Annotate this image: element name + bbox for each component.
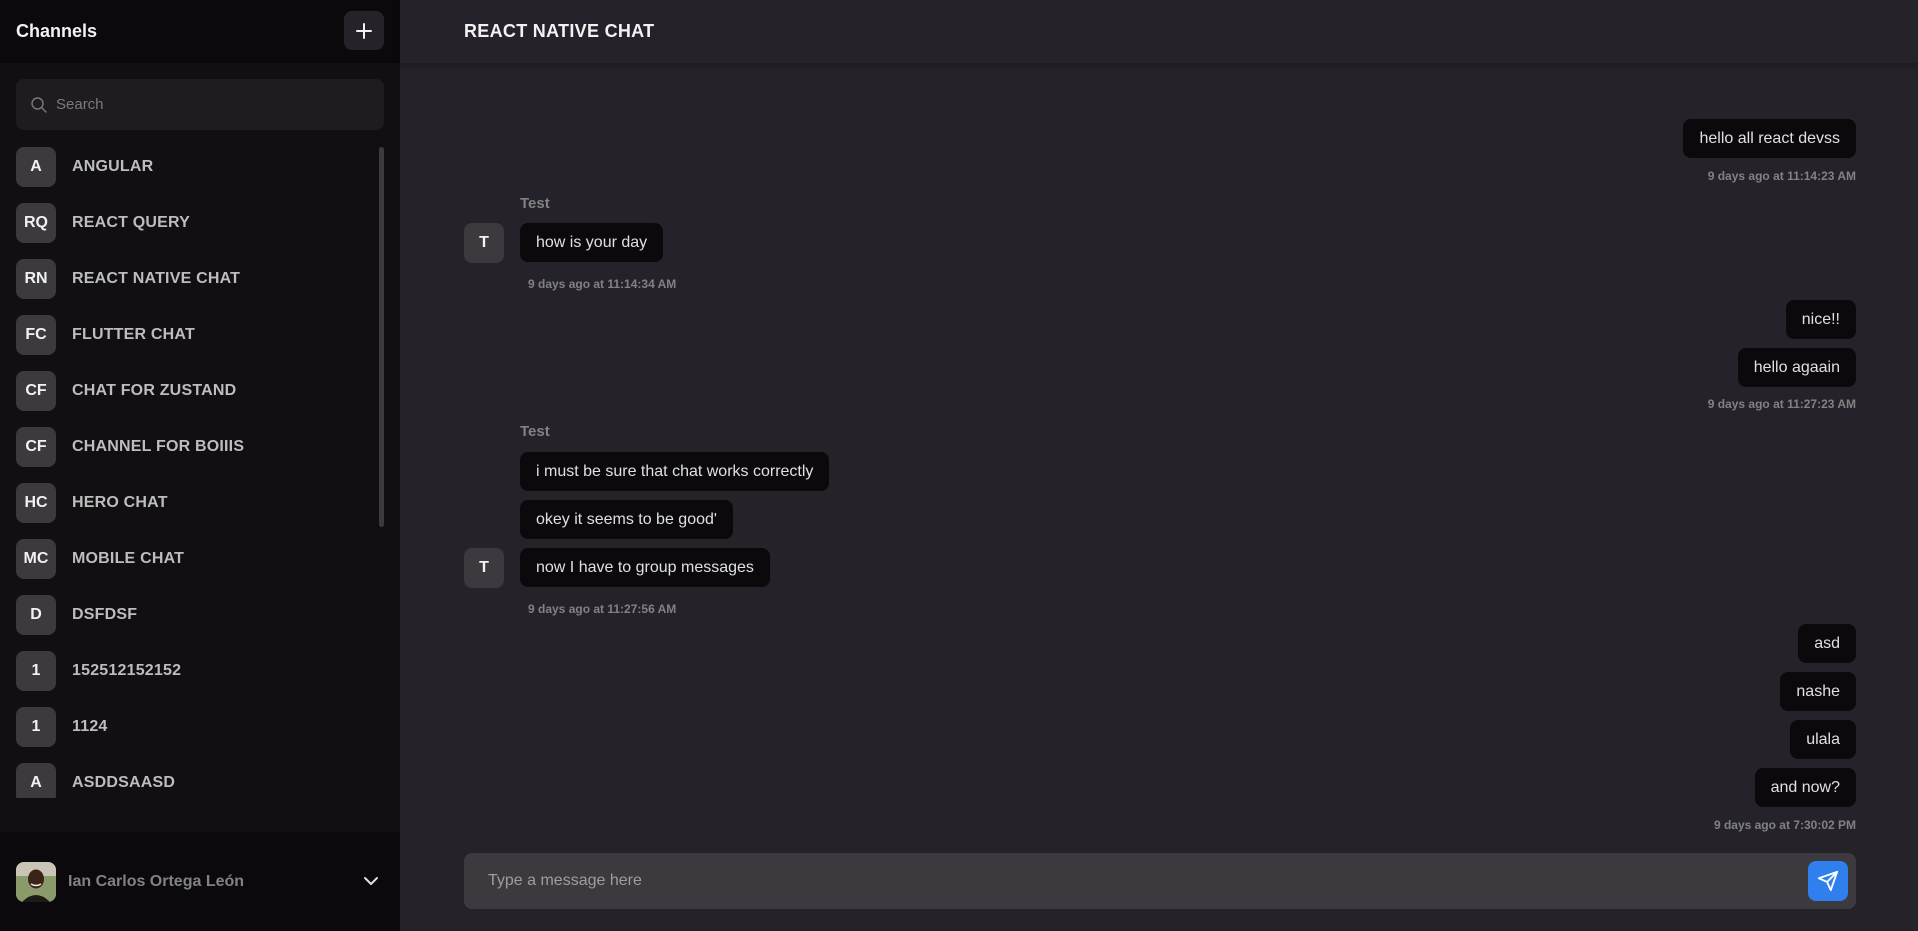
user-menu-button[interactable] (360, 870, 382, 892)
search-icon (31, 96, 47, 113)
message-timestamp: 9 days ago at 11:14:23 AM (1707, 169, 1856, 183)
channel-name: ANGULAR (72, 158, 154, 175)
channel-avatar: 1 (16, 707, 56, 747)
chevron-down-icon (364, 877, 378, 885)
user-photo-icon (16, 861, 56, 902)
message-input[interactable] (488, 872, 1768, 890)
sender-name: Test (520, 423, 550, 440)
message-bubble: ulala (1790, 720, 1856, 759)
channel-item-152512152152[interactable]: 1 152512152152 (16, 651, 181, 691)
channel-avatar: CF (16, 371, 56, 411)
channel-header: REACT NATIVE CHAT (400, 0, 1918, 63)
message-bubble: nice!! (1785, 300, 1856, 339)
channel-avatar: A (16, 147, 56, 187)
message-bubble: okey it seems to be good' (520, 500, 733, 539)
sender-name: Test (520, 195, 550, 212)
channel-title: REACT NATIVE CHAT (464, 21, 655, 41)
channel-item-mobile-chat[interactable]: MC MOBILE CHAT (16, 539, 184, 579)
message-bubble: now I have to group messages (520, 548, 770, 587)
channel-name: MOBILE CHAT (72, 550, 185, 567)
message-bubble: hello agaain (1737, 348, 1856, 387)
message-bubble: and now? (1754, 768, 1856, 807)
channel-name: REACT QUERY (72, 214, 191, 231)
channel-item-asddsaasd[interactable]: A ASDDSAASD (16, 763, 175, 798)
channel-name: 152512152152 (72, 662, 182, 679)
channel-name: 1124 (72, 718, 108, 735)
channel-avatar: RN (16, 259, 56, 299)
sender-avatar[interactable]: T (464, 223, 504, 263)
channel-avatar: HC (16, 483, 56, 523)
sidebar-header: Channels (0, 0, 400, 63)
channel-list-scrollbar[interactable] (379, 147, 384, 527)
channel-list: A ANGULAR RQ REACT QUERY RN REACT NATIVE… (0, 145, 400, 798)
send-button[interactable] (1808, 861, 1848, 901)
channel-item-1124[interactable]: 1 1124 (16, 707, 108, 747)
channel-item-channel-for-boiiis[interactable]: CF CHANNEL FOR BOIIIS (16, 427, 244, 467)
channel-item-chat-for-zustand[interactable]: CF CHAT FOR ZUSTAND (16, 371, 236, 411)
sender-avatar[interactable]: T (464, 548, 504, 588)
channel-avatar: CF (16, 427, 56, 467)
channel-avatar: FC (16, 315, 56, 355)
message-bubble: nashe (1780, 672, 1856, 711)
channel-item-react-native-chat[interactable]: RN REACT NATIVE CHAT (16, 259, 240, 299)
message-bubble: how is your day (520, 223, 664, 262)
channel-name: HERO CHAT (72, 494, 168, 511)
channel-item-hero-chat[interactable]: HC HERO CHAT (16, 483, 168, 523)
add-channel-button[interactable] (344, 11, 384, 50)
channel-avatar: RQ (16, 203, 56, 243)
channel-name: FLUTTER CHAT (72, 326, 195, 343)
channel-item-dsfdsf[interactable]: D DSFDSF (16, 595, 137, 635)
search-box (16, 79, 384, 130)
message-bubble: hello all react devss (1683, 119, 1856, 158)
channel-avatar: 1 (16, 651, 56, 691)
channel-name: CHAT FOR ZUSTAND (72, 382, 237, 399)
channel-avatar: MC (16, 539, 56, 579)
message-timestamp: 9 days ago at 11:27:23 AM (1707, 397, 1856, 411)
search-input[interactable] (56, 96, 356, 113)
user-name: Ian Carlos Ortega León (68, 872, 245, 890)
message-timestamp: 9 days ago at 7:30:02 PM (1713, 818, 1856, 832)
user-avatar[interactable] (16, 861, 56, 902)
message-timestamp: 9 days ago at 11:14:34 AM (528, 277, 677, 291)
channel-name: ASDDSAASD (72, 774, 176, 791)
message-bubble: asd (1798, 624, 1856, 663)
message-bubble: i must be sure that chat works correctly (520, 452, 830, 491)
message-timestamp: 9 days ago at 11:27:56 AM (528, 602, 677, 616)
sidebar-title: Channels (16, 21, 98, 41)
channel-avatar: D (16, 595, 56, 635)
channel-name: DSFDSF (72, 606, 138, 623)
message-composer (464, 853, 1856, 909)
user-footer: Ian Carlos Ortega León (0, 832, 400, 931)
sidebar: Channels A ANGULAR RQ REACT QUERY RN REA… (0, 0, 400, 931)
channel-item-flutter-chat[interactable]: FC FLUTTER CHAT (16, 315, 195, 355)
channel-name: CHANNEL FOR BOIIIS (72, 438, 245, 455)
plus-icon (356, 22, 372, 39)
channel-item-angular[interactable]: A ANGULAR (16, 147, 153, 187)
send-icon (1817, 870, 1839, 892)
channel-name: REACT NATIVE CHAT (72, 270, 241, 287)
channel-avatar: A (16, 763, 56, 798)
channel-item-react-query[interactable]: RQ REACT QUERY (16, 203, 190, 243)
